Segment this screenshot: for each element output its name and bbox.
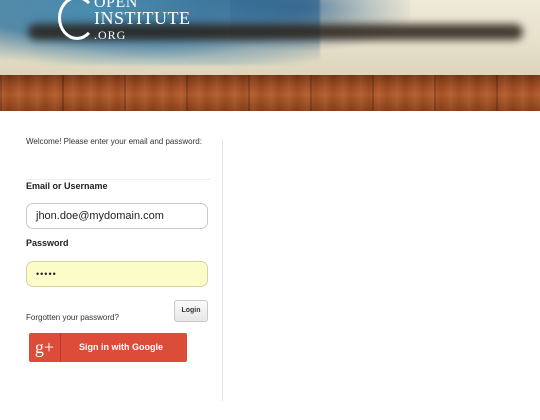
wood-banner xyxy=(0,75,540,111)
password-field[interactable]: ••••• xyxy=(26,261,208,287)
email-field[interactable]: jhon.doe@mydomain.com xyxy=(26,203,208,229)
welcome-text: Welcome! Please enter your email and pas… xyxy=(26,137,202,146)
logo-line-2: INSTITUTE xyxy=(94,8,191,28)
login-panel: Welcome! Please enter your email and pas… xyxy=(0,111,540,420)
logo-line-3: .ORG xyxy=(94,28,127,42)
login-button[interactable]: Login xyxy=(174,300,208,322)
column-divider xyxy=(222,139,223,401)
welcome-separator xyxy=(26,179,211,180)
email-label: Email or Username xyxy=(26,181,108,191)
password-label: Password xyxy=(26,238,69,248)
forgot-password-link[interactable]: Forgotten your password? xyxy=(26,313,119,322)
site-header: OPEN INSTITUTE .ORG xyxy=(0,0,540,75)
google-signin-button[interactable]: g+ Sign in with Google xyxy=(29,333,187,362)
google-plus-icon: g+ xyxy=(29,333,61,362)
google-signin-label: Sign in with Google xyxy=(79,342,163,352)
